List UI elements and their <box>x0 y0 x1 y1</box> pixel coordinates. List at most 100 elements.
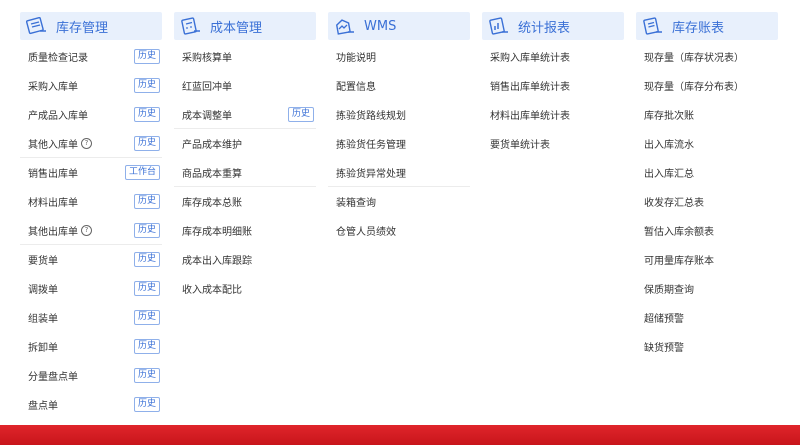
history-badge[interactable]: 历史 <box>133 252 160 267</box>
menu-item-config-info[interactable]: 配置信息 <box>328 71 470 100</box>
bottom-accent-bar <box>0 425 800 445</box>
history-badge[interactable]: 历史 <box>133 222 160 238</box>
menu-item-purchase-inbound-stats[interactable]: 采购入库单统计表 <box>482 42 624 71</box>
menu-item-goods-cost-recalc[interactable]: 商品成本重算 <box>174 158 316 187</box>
menu-item-inventory-cost-detail[interactable]: 库存成本明细账 <box>174 216 316 245</box>
history-badge[interactable]: 历史 <box>133 397 160 412</box>
menu-item-shortage-alert[interactable]: 缺货预警 <box>636 332 778 361</box>
column-inventory-ledgers: 库存账表 现存量（库存状况表） 现存量（库存分布表） 库存批次账 出入库流水 出… <box>636 12 778 361</box>
menu-item-other-inbound[interactable]: 其他入库单? 历史 <box>20 129 162 158</box>
menu-item-transfer[interactable]: 调拨单 历史 <box>20 274 162 303</box>
menu-item-label: 盘点单 <box>28 401 58 412</box>
menu-item-label: 可用量库存账本 <box>644 256 714 267</box>
help-icon[interactable]: ? <box>81 137 92 149</box>
menu-item-material-outbound-stats[interactable]: 材料出库单统计表 <box>482 100 624 129</box>
history-badge[interactable]: 历史 <box>133 194 160 209</box>
menu-item-label: 红蓝回冲单 <box>182 82 232 93</box>
menu-item-finished-inbound[interactable]: 产成品入库单 历史 <box>20 100 162 129</box>
menu-item-inventory-cost-ledger[interactable]: 库存成本总账 <box>174 187 316 216</box>
menu-item-other-outbound[interactable]: 其他出库单? 历史 <box>20 216 162 245</box>
menu-item-purchase-inbound[interactable]: 采购入库单 历史 <box>20 71 162 100</box>
menu-item-red-blue-offset[interactable]: 红蓝回冲单 <box>174 71 316 100</box>
menu-item-partial-stocktake[interactable]: 分量盘点单 历史 <box>20 361 162 390</box>
menu-item-label: 收入成本配比 <box>182 285 242 296</box>
column-title: 库存管理 <box>56 20 109 36</box>
help-icon[interactable]: ? <box>81 224 92 236</box>
menu-item-label: 其他入库单 <box>28 139 78 151</box>
history-badge[interactable]: 历史 <box>133 281 160 296</box>
ledger-icon <box>642 17 664 35</box>
column-header: WMS <box>328 12 470 40</box>
menu-item-available-stock-ledger[interactable]: 可用量库存账本 <box>636 245 778 274</box>
menu-item-label: 库存批次账 <box>644 111 694 122</box>
menu-item-stock-distribution[interactable]: 现存量（库存分布表） <box>636 71 778 100</box>
column-inventory-management: 库存管理 质量检查记录 历史 采购入库单 历史 产成品入库单 历史 其他入库单? 历史 … <box>20 12 162 419</box>
menu-item-revenue-cost-match[interactable]: 收入成本配比 <box>174 274 316 303</box>
menu-item-label: 拣验货路线规划 <box>336 111 406 122</box>
history-badge[interactable]: 历史 <box>133 310 160 325</box>
menu-item-material-outbound[interactable]: 材料出库单 历史 <box>20 187 162 216</box>
menu-item-label: 拣验货任务管理 <box>336 140 406 151</box>
history-badge[interactable]: 历史 <box>133 368 160 383</box>
column-wms: WMS 功能说明 配置信息 拣验货路线规划 拣验货任务管理 拣验货异常处理 装箱… <box>328 12 470 245</box>
menu-item-label: 库存成本明细账 <box>182 227 252 238</box>
menu-item-overstock-alert[interactable]: 超储预警 <box>636 303 778 332</box>
menu-item-inout-summary[interactable]: 出入库汇总 <box>636 158 778 187</box>
history-badge[interactable]: 历史 <box>287 106 314 122</box>
menu-item-label: 成本调整单 <box>182 110 232 122</box>
menu-item-stocktake[interactable]: 盘点单 历史 <box>20 390 162 419</box>
column-title: 统计报表 <box>518 20 571 36</box>
menu-item-disassembly[interactable]: 拆卸单 历史 <box>20 332 162 361</box>
menu-item-warehouse-staff-performance[interactable]: 仓管人员绩效 <box>328 216 470 245</box>
menu-item-label: 库存成本总账 <box>182 198 242 209</box>
menu-item-label: 其他出库单 <box>28 226 78 238</box>
menu-item-sales-outbound-stats[interactable]: 销售出库单统计表 <box>482 71 624 100</box>
menu-item-batch-ledger[interactable]: 库存批次账 <box>636 100 778 129</box>
menu-item-label: 配置信息 <box>336 82 376 93</box>
menu-item-label: 分量盘点单 <box>28 372 78 383</box>
menu-item-quality-check[interactable]: 质量检查记录 历史 <box>20 42 162 71</box>
history-badge[interactable]: 历史 <box>133 339 160 354</box>
menu-item-shelf-life-query[interactable]: 保质期查询 <box>636 274 778 303</box>
workbench-badge[interactable]: 工作台 <box>124 165 160 180</box>
menu-item-label: 缺货预警 <box>644 343 684 354</box>
column-statistics-reports: 统计报表 采购入库单统计表 销售出库单统计表 材料出库单统计表 要货单统计表 <box>482 12 624 158</box>
menu-item-requisition-stats[interactable]: 要货单统计表 <box>482 129 624 158</box>
menu-item-cost-adjustment[interactable]: 成本调整单 历史 <box>174 100 316 129</box>
history-badge[interactable]: 历史 <box>133 107 160 122</box>
menu-item-picking-task-management[interactable]: 拣验货任务管理 <box>328 129 470 158</box>
menu-item-purchase-accounting[interactable]: 采购核算单 <box>174 42 316 71</box>
menu-item-label: 收发存汇总表 <box>644 198 704 209</box>
history-badge[interactable]: 历史 <box>133 135 160 151</box>
menu-item-picking-route-planning[interactable]: 拣验货路线规划 <box>328 100 470 129</box>
history-badge[interactable]: 历史 <box>133 49 160 64</box>
menu-item-label: 销售出库单统计表 <box>490 82 570 93</box>
menu-item-picking-exception[interactable]: 拣验货异常处理 <box>328 158 470 187</box>
menu-item-sales-outbound[interactable]: 销售出库单 工作台 <box>20 158 162 187</box>
menu-item-cost-tracking[interactable]: 成本出入库跟踪 <box>174 245 316 274</box>
menu-item-label: 出入库流水 <box>644 140 694 151</box>
menu-item-label: 商品成本重算 <box>182 168 242 180</box>
menu-item-requisition[interactable]: 要货单 历史 <box>20 245 162 274</box>
menu-item-label: 出入库汇总 <box>644 169 694 180</box>
menu-item-receipt-issue-summary[interactable]: 收发存汇总表 <box>636 187 778 216</box>
menu-item-feature-description[interactable]: 功能说明 <box>328 42 470 71</box>
history-badge[interactable]: 历史 <box>133 78 160 93</box>
menu-item-inout-journal[interactable]: 出入库流水 <box>636 129 778 158</box>
menu-item-packing-query[interactable]: 装箱查询 <box>328 187 470 216</box>
menu-item-label: 保质期查询 <box>644 285 694 296</box>
chart-report-icon <box>488 17 510 35</box>
warehouse-icon <box>334 17 356 35</box>
menu-item-label: 装箱查询 <box>336 198 376 209</box>
column-title: 成本管理 <box>210 20 263 36</box>
menu-item-label: 超储预警 <box>644 314 684 325</box>
menu-item-estimated-inbound-balance[interactable]: 暂估入库余额表 <box>636 216 778 245</box>
menu-item-product-cost-maintain[interactable]: 产品成本维护 <box>174 129 316 158</box>
column-title: WMS <box>364 18 397 34</box>
menu-item-label: 成本出入库跟踪 <box>182 256 252 267</box>
menu-item-label: 调拨单 <box>28 285 58 296</box>
menu-item-stock-status[interactable]: 现存量（库存状况表） <box>636 42 778 71</box>
menu-item-assembly[interactable]: 组装单 历史 <box>20 303 162 332</box>
menu-item-label: 销售出库单 <box>28 169 78 180</box>
menu-item-label: 材料出库单 <box>28 198 78 209</box>
